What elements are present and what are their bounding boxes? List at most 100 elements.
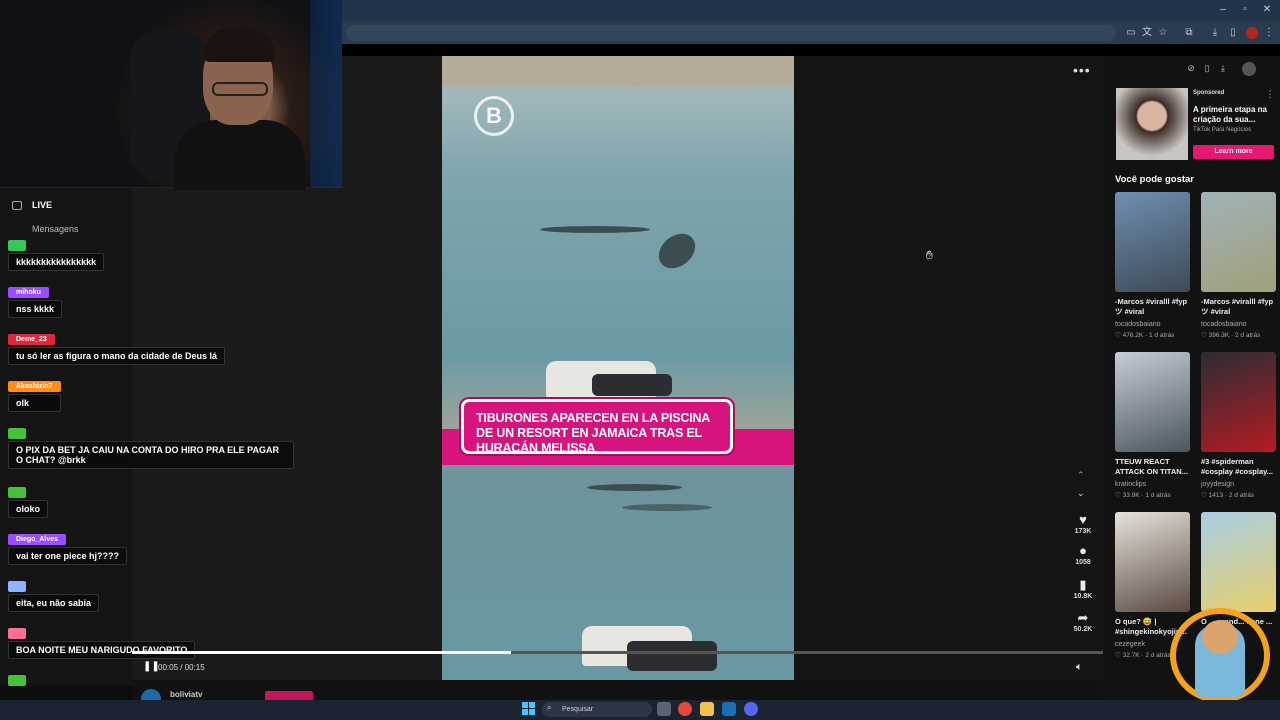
recommendation-thumbnail[interactable] xyxy=(1201,352,1276,452)
recommendation-author[interactable]: joyydesign xyxy=(1201,481,1234,488)
recommendation-thumbnail[interactable] xyxy=(1201,512,1276,612)
sponsored-title[interactable]: A primeira etapa na criação da sua... xyxy=(1193,105,1275,125)
extensions-icon[interactable]: ⧉ xyxy=(1182,26,1196,40)
video-caption: TIBURONES APARECEN EN LA PISCINA DE UN R… xyxy=(476,411,710,455)
chat-message: oloko xyxy=(8,481,48,518)
like-button[interactable]: ♥ 173K xyxy=(1072,512,1094,535)
chat-username[interactable] xyxy=(8,581,26,592)
download-video-icon[interactable]: ⤓ xyxy=(1217,62,1229,74)
comment-icon: ● xyxy=(1079,543,1087,558)
block-icon[interactable]: ⊘ xyxy=(1185,62,1197,74)
cast-icon[interactable]: ▭ xyxy=(1124,26,1138,40)
recommendation-thumbnail[interactable] xyxy=(1201,192,1276,292)
chat-text: oloko xyxy=(8,500,48,518)
translate-icon[interactable]: 文 xyxy=(1140,26,1154,40)
prev-video-icon[interactable]: ⌃ xyxy=(1077,470,1085,481)
mobile-icon[interactable]: ▯ xyxy=(1201,62,1213,74)
chat-username[interactable]: mihoku xyxy=(8,287,49,298)
recommendation-author[interactable]: cezegeek xyxy=(1115,641,1145,648)
chat-username[interactable] xyxy=(8,487,26,498)
chat-text: olk xyxy=(8,394,61,412)
steam-icon[interactable] xyxy=(722,702,736,716)
chat-text: tu só ler as figura o mano da cidade de … xyxy=(8,347,226,365)
next-video-icon[interactable]: ⌄ xyxy=(1077,488,1085,499)
address-bar[interactable] xyxy=(346,25,1116,41)
recommendation-author[interactable]: tocadosbaiano xyxy=(1201,321,1247,328)
save-count: 10.8K xyxy=(1073,593,1093,600)
recommendation-thumbnail[interactable] xyxy=(1115,512,1190,612)
chat-text: nss kkkk xyxy=(8,300,63,318)
discord-icon[interactable] xyxy=(744,702,758,716)
chat-message: mihoku nss kkkk xyxy=(8,281,63,318)
chrome-icon[interactable] xyxy=(678,702,692,716)
channel-logo: B xyxy=(474,96,514,136)
chat-username[interactable]: Akashizin7 xyxy=(8,381,61,392)
save-icon: ▮ xyxy=(1079,577,1087,592)
chat-username[interactable]: Diego_Alves xyxy=(8,534,67,545)
chat-text: BOA NOITE MEU NARIGUDO FAVORITO xyxy=(8,641,196,659)
recommendation-thumbnail[interactable] xyxy=(1115,352,1190,452)
mouse-cursor: ✋︎ xyxy=(926,248,933,262)
chat-username[interactable] xyxy=(8,675,26,686)
recommendation-meta: ♡ 33.9K · 1 d atrás xyxy=(1115,492,1171,499)
chat-text: O PIX DA BET JA CAIU NA CONTA DO HIRO PR… xyxy=(8,441,294,469)
task-view-icon[interactable] xyxy=(657,702,671,716)
recommendation-thumbnail[interactable] xyxy=(1115,192,1190,292)
chat-username[interactable] xyxy=(8,240,26,251)
chat-username[interactable] xyxy=(8,428,26,439)
comment-button[interactable]: ● 1058 xyxy=(1072,543,1094,566)
like-icon: ♥ xyxy=(1079,512,1087,527)
recommendation-title[interactable]: #3 #spiderman #cosplay #cosplay... xyxy=(1201,457,1279,477)
recommendation-author[interactable]: tocadosbaiano xyxy=(1115,321,1161,328)
recommendation-meta: ♡ 396.3K · 2 d atrás xyxy=(1201,332,1261,339)
streamer-webcam xyxy=(0,0,342,190)
streamer-mascot-logo xyxy=(1160,600,1280,705)
live-icon xyxy=(12,201,22,210)
save-button[interactable]: ▮ 10.8K xyxy=(1072,577,1094,600)
video-player[interactable] xyxy=(442,56,794,680)
author-handle[interactable]: boliviatv xyxy=(170,690,202,699)
chat-message: kkkkkkkkkkkkkkkk xyxy=(8,234,105,271)
comment-count: 1058 xyxy=(1075,559,1091,566)
minimize-icon[interactable]: – xyxy=(1214,3,1232,17)
profile-avatar[interactable] xyxy=(1246,27,1258,39)
ad-menu-icon[interactable]: ⋮ xyxy=(1264,88,1276,100)
maximize-icon[interactable]: ▫ xyxy=(1236,3,1254,17)
share-button[interactable]: ➦ 50.2K xyxy=(1072,610,1094,633)
sidebar-item-messages[interactable]: Mensagens xyxy=(32,224,79,234)
learn-more-button[interactable]: Learn more xyxy=(1193,145,1274,159)
chat-text: eita, eu não sabia xyxy=(8,594,100,612)
share-icon: ➦ xyxy=(1077,610,1089,625)
video-progress-fill xyxy=(132,651,511,654)
sidebar-icon[interactable]: ▯ xyxy=(1226,26,1240,40)
taskbar-search-input[interactable]: Pesquisar xyxy=(542,702,652,717)
chat-message: Deme_23tu só ler as figura o mano da cid… xyxy=(8,328,226,365)
sponsored-label: Sponsored xyxy=(1193,90,1225,96)
volume-icon[interactable]: 🔈︎ xyxy=(1076,661,1083,674)
more-options-icon[interactable]: ••• xyxy=(1073,62,1091,78)
page-top-band xyxy=(340,44,1280,56)
download-icon[interactable]: ⤓ xyxy=(1208,26,1222,40)
menu-icon[interactable]: ⋮ xyxy=(1262,26,1276,40)
video-right-margin xyxy=(794,56,1103,680)
recommendation-author[interactable]: kratinclips xyxy=(1115,481,1146,488)
windows-start-icon[interactable] xyxy=(522,702,536,716)
close-icon[interactable]: ✕ xyxy=(1258,3,1276,17)
chat-username[interactable]: Deme_23 xyxy=(8,334,55,345)
file-explorer-icon[interactable] xyxy=(700,702,714,716)
like-count: 173K xyxy=(1074,528,1092,535)
sponsored-thumbnail[interactable] xyxy=(1116,88,1188,160)
chat-username[interactable] xyxy=(8,628,26,639)
recommendation-title[interactable]: -Marcos #viralll #fypツ #viral xyxy=(1201,297,1279,317)
star-icon[interactable]: ☆ xyxy=(1156,26,1170,40)
recommendation-title[interactable]: -Marcos #viralll #fypツ #viral xyxy=(1115,297,1193,317)
sidebar-item-live[interactable]: LIVE xyxy=(32,200,52,210)
video-time: 00:05 / 00:15 xyxy=(158,663,205,672)
recommendations-heading: Você pode gostar xyxy=(1115,174,1195,185)
recommendation-meta: ♡ 1413 · 2 d atrás xyxy=(1201,492,1255,499)
user-avatar[interactable] xyxy=(1242,62,1256,76)
chat-message xyxy=(8,669,26,687)
recommendation-title[interactable]: TTEUW REACT ATTACK ON TITAN... xyxy=(1115,457,1193,477)
chat-message: Diego_Alves vai ter one piece hj???? xyxy=(8,528,128,565)
share-count: 50.2K xyxy=(1073,626,1093,633)
